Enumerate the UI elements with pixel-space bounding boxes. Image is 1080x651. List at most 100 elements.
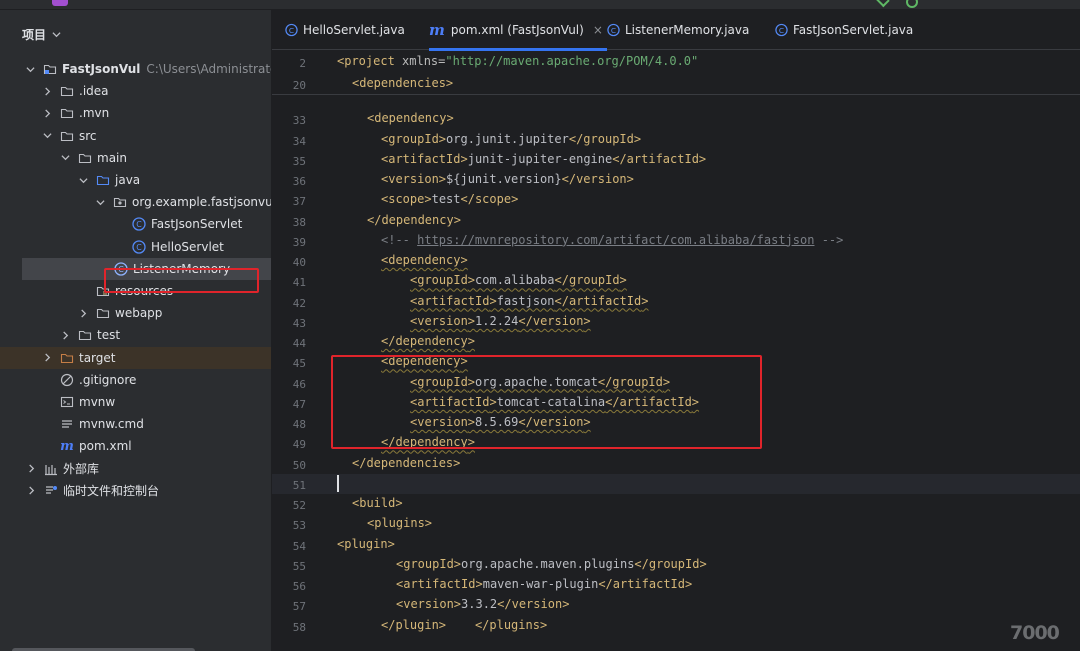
tree-item-label: .mvn bbox=[79, 106, 110, 121]
svg-text:C: C bbox=[611, 26, 616, 35]
shell-script-icon bbox=[60, 395, 74, 409]
tree-folder-test[interactable]: test bbox=[0, 324, 271, 346]
line-number: 34 bbox=[292, 134, 306, 148]
debug-icon[interactable] bbox=[906, 0, 918, 8]
tab-fastjsonservlet[interactable]: C FastJsonServlet.java bbox=[775, 10, 913, 50]
chevron-right-icon[interactable] bbox=[26, 464, 36, 474]
code-line[interactable]: <scope>test</scope> bbox=[381, 192, 518, 206]
tree-item-label: .gitignore bbox=[79, 372, 137, 387]
text-caret bbox=[337, 474, 339, 492]
line-number: 39 bbox=[292, 235, 306, 249]
tree-item-label: pom.xml bbox=[79, 439, 132, 454]
chevron-down-icon[interactable] bbox=[26, 64, 35, 74]
tree-folder-webapp[interactable]: webapp bbox=[0, 302, 271, 324]
tab-helloservlet[interactable]: C HelloServlet.java bbox=[285, 10, 405, 50]
line-number: 38 bbox=[292, 215, 306, 229]
chevron-down-icon[interactable] bbox=[42, 131, 52, 141]
watermark: 7000 bbox=[1010, 622, 1060, 644]
svg-text:C: C bbox=[136, 243, 142, 252]
line-number: 55 bbox=[292, 559, 306, 573]
code-line[interactable]: </dependency> bbox=[367, 213, 461, 227]
chevron-right-icon[interactable] bbox=[42, 108, 52, 118]
code-line[interactable]: <version>1.2.24</version> bbox=[410, 314, 591, 328]
chevron-right-icon[interactable] bbox=[78, 308, 88, 318]
line-number: 58 bbox=[292, 620, 306, 634]
class-icon: C bbox=[285, 23, 298, 37]
code-line[interactable]: <version>${junit.version}</version> bbox=[381, 172, 634, 186]
tree-file-pom-xml[interactable]: m pom.xml bbox=[0, 435, 271, 457]
current-line-highlight bbox=[272, 473, 1080, 494]
chevron-right-icon[interactable] bbox=[26, 486, 36, 496]
chevron-right-icon[interactable] bbox=[42, 86, 52, 96]
tree-item-label: HelloServlet bbox=[151, 239, 224, 254]
chevron-down-icon[interactable] bbox=[96, 197, 105, 207]
tree-package-fastjsonvul[interactable]: org.example.fastjsonvul bbox=[0, 191, 271, 213]
code-line[interactable]: <artifactId>junit-jupiter-engine</artifa… bbox=[381, 152, 706, 166]
code-line[interactable]: </dependencies> bbox=[352, 456, 460, 470]
sticky-code-line: <project xmlns="http://maven.apache.org/… bbox=[337, 54, 699, 68]
tree-file-helloservlet[interactable]: C HelloServlet bbox=[0, 236, 271, 258]
module-folder-icon bbox=[43, 62, 57, 76]
line-number: 43 bbox=[292, 316, 306, 330]
code-line[interactable]: </plugin> </plugins> bbox=[381, 618, 547, 632]
tree-folder-target[interactable]: target bbox=[0, 346, 271, 369]
line-number: 49 bbox=[292, 438, 306, 452]
code-line[interactable]: <groupId>org.apache.maven.plugins</group… bbox=[396, 557, 707, 571]
close-icon[interactable]: × bbox=[593, 23, 603, 37]
folder-icon bbox=[78, 151, 92, 165]
code-line[interactable]: <dependency> bbox=[381, 253, 468, 267]
chevron-down-icon[interactable] bbox=[60, 153, 70, 163]
tree-item-label: FastJsonVul bbox=[62, 62, 141, 76]
folder-icon bbox=[60, 84, 74, 98]
tree-file-gitignore[interactable]: .gitignore bbox=[0, 369, 271, 391]
code-line[interactable]: <plugin> bbox=[337, 537, 395, 551]
tree-external-libraries[interactable]: 外部库 bbox=[0, 458, 271, 480]
tree-scratches-consoles[interactable]: 临时文件和控制台 bbox=[0, 480, 271, 502]
tree-folder-java[interactable]: java bbox=[0, 169, 271, 191]
code-line[interactable]: <version>3.3.2</version> bbox=[396, 597, 569, 611]
tree-folder-idea[interactable]: .idea bbox=[0, 80, 271, 102]
code-line[interactable]: </dependency> bbox=[381, 334, 475, 348]
run-icon[interactable] bbox=[876, 0, 890, 8]
tree-root-fastjsonvul[interactable]: FastJsonVul C:\Users\Administrator\De bbox=[0, 58, 271, 80]
code-line[interactable]: <plugins> bbox=[367, 516, 432, 530]
code-line[interactable]: <artifactId>maven-war-plugin</artifactId… bbox=[396, 577, 692, 591]
chevron-right-icon[interactable] bbox=[60, 330, 70, 340]
line-number: 35 bbox=[292, 154, 306, 168]
chevron-down-icon[interactable] bbox=[78, 175, 88, 185]
line-number: 33 bbox=[292, 114, 306, 128]
line-number: 41 bbox=[292, 276, 306, 290]
tree-item-label: webapp bbox=[115, 306, 163, 321]
tree-item-label: target bbox=[79, 350, 116, 365]
tree-item-label: 外部库 bbox=[63, 462, 100, 477]
gitignore-icon bbox=[60, 373, 74, 387]
class-icon: C bbox=[607, 23, 620, 37]
tab-listenermemory[interactable]: C ListenerMemory.java bbox=[607, 10, 749, 50]
code-editor[interactable]: 2 <project xmlns="http://maven.apache.org… bbox=[272, 51, 1080, 651]
tree-folder-mvn[interactable]: .mvn bbox=[0, 102, 271, 124]
folder-icon bbox=[60, 129, 74, 143]
line-number: 50 bbox=[292, 458, 306, 472]
project-panel-header[interactable]: 项目 bbox=[22, 26, 61, 43]
tree-file-fastjsonservlet[interactable]: C FastJsonServlet bbox=[0, 213, 271, 235]
code-line[interactable]: <groupId>com.alibaba</groupId> bbox=[410, 273, 627, 287]
tab-label: ListenerMemory.java bbox=[625, 23, 750, 37]
tab-pom-xml[interactable]: m pom.xml (FastJsonVul) × bbox=[429, 10, 607, 51]
code-line[interactable]: <artifactId>fastjson</artifactId> bbox=[410, 294, 648, 308]
code-line[interactable]: <groupId>org.junit.jupiter</groupId> bbox=[381, 132, 641, 146]
tree-folder-src[interactable]: src bbox=[0, 125, 271, 147]
line-number: 45 bbox=[292, 357, 306, 371]
chevron-right-icon[interactable] bbox=[42, 353, 52, 363]
line-number: 2 bbox=[299, 57, 306, 70]
line-number: 48 bbox=[292, 418, 306, 431]
code-line[interactable]: <dependency> bbox=[367, 111, 454, 125]
code-line[interactable]: <build> bbox=[352, 496, 403, 510]
tree-folder-main[interactable]: main bbox=[0, 147, 271, 169]
tree-file-mvnw[interactable]: mvnw bbox=[0, 391, 271, 413]
tree-file-mvnw-cmd[interactable]: mvnw.cmd bbox=[0, 413, 271, 435]
code-line[interactable]: <!-- https://mvnrepository.com/artifact/… bbox=[381, 233, 843, 247]
tab-label: pom.xml (FastJsonVul) bbox=[450, 23, 584, 37]
line-number: 20 bbox=[292, 79, 306, 92]
